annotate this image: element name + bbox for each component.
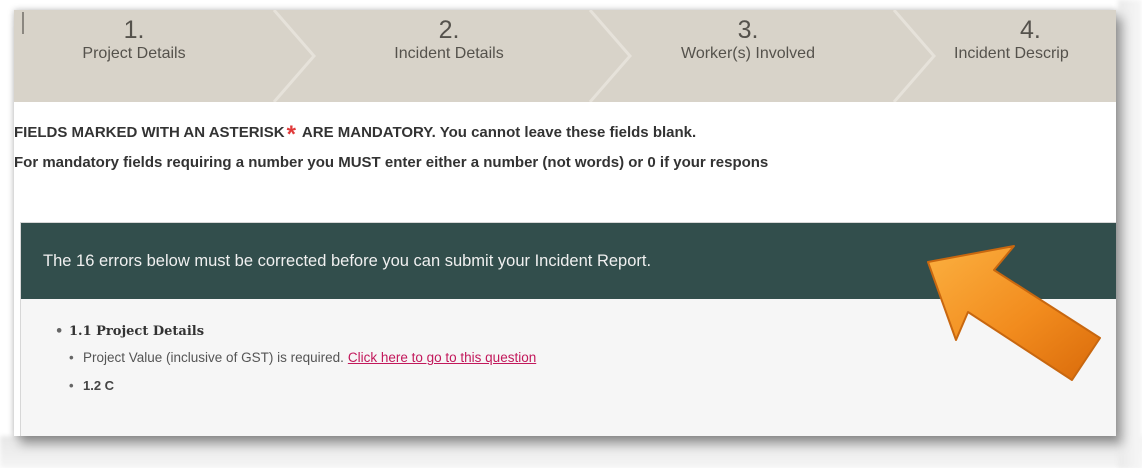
step-1[interactable]: 1. Project Details xyxy=(14,10,254,102)
bullet-icon: • xyxy=(69,378,74,393)
screenshot-shadow-right xyxy=(1118,0,1142,468)
section-title-text: 1.2 C xyxy=(83,378,115,393)
step-label: Incident Details xyxy=(394,45,504,62)
step-number: 4. xyxy=(1020,16,1041,44)
mandatory-prefix: FIELDS MARKED WITH AN ASTERISK xyxy=(14,124,285,141)
step-number: 2. xyxy=(438,16,460,44)
step-number: 1. xyxy=(123,16,145,44)
instructions: FIELDS MARKED WITH AN ASTERISK* ARE MANDA… xyxy=(14,118,1116,178)
mandatory-suffix: ARE MANDATORY. You cannot leave these fi… xyxy=(301,124,697,141)
step-3[interactable]: 3. Worker(s) Involved xyxy=(630,10,866,102)
asterisk-icon: * xyxy=(286,121,296,148)
step-2[interactable]: 2. Incident Details xyxy=(314,10,584,102)
step-wizard: 1. Project Details 2. Incident Details 3… xyxy=(14,10,1116,102)
step-label: Project Details xyxy=(82,45,186,62)
step-4[interactable]: 4. Incident Descrip xyxy=(954,10,1116,102)
bullet-icon: • xyxy=(69,350,74,365)
bullet-icon: • xyxy=(55,324,64,339)
orange-arrow-icon xyxy=(927,245,1101,381)
section-title-text: 1.1 Project Details xyxy=(69,324,205,339)
step-chevron xyxy=(886,10,946,102)
step-label: Incident Descrip xyxy=(954,45,1069,62)
step-number: 3. xyxy=(737,16,759,44)
error-text: Project Value (inclusive of GST) is requ… xyxy=(83,350,344,365)
go-to-question-link[interactable]: Click here to go to this question xyxy=(348,350,536,365)
screenshot-frame: 1. Project Details 2. Incident Details 3… xyxy=(14,10,1116,436)
mandatory-notice: FIELDS MARKED WITH AN ASTERISK* ARE MANDA… xyxy=(14,118,1116,148)
number-rule: For mandatory fields requiring a number … xyxy=(14,154,769,171)
screenshot-shadow-bottom xyxy=(0,436,1142,468)
step-label: Worker(s) Involved xyxy=(681,45,815,62)
